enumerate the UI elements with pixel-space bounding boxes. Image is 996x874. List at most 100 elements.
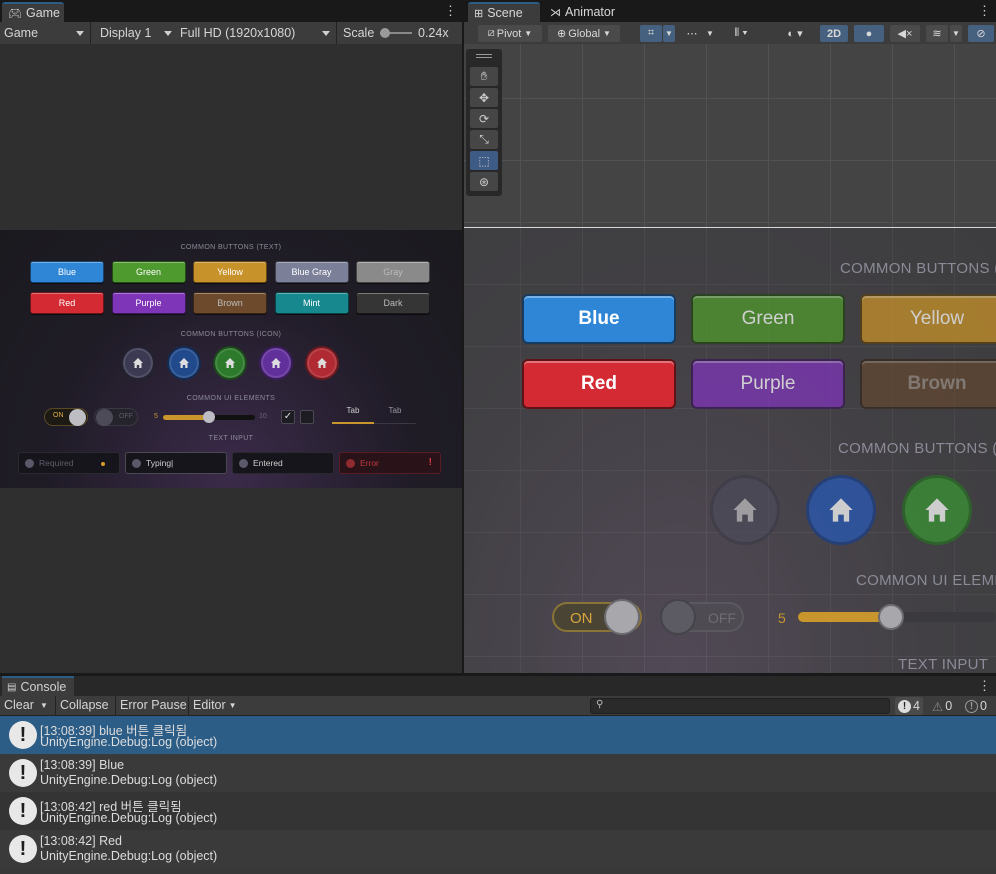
clear-options-dropdown[interactable]: ▼ — [40, 696, 54, 714]
home-icon — [829, 498, 853, 522]
tab-1[interactable]: Tab — [332, 402, 374, 424]
text-button-yellow[interactable]: Yellow — [193, 261, 267, 283]
align-button[interactable]: ⦀ ▾ — [724, 25, 758, 42]
text-button-gray[interactable]: Gray — [356, 261, 430, 283]
icon-button[interactable] — [305, 346, 339, 380]
scene-icon-button[interactable] — [806, 475, 876, 545]
console-log-entry[interactable]: ! [13:08:39] Blue UnityEngine.Debug:Log (o… — [0, 754, 996, 792]
rect-transform-icon: ⬚ — [478, 153, 490, 168]
text-button-red[interactable]: Red — [30, 292, 104, 314]
draw-mode-dropdown[interactable]: ◐ ▾ — [776, 25, 814, 42]
scene-toggle-on[interactable]: ON — [552, 599, 642, 635]
input-required[interactable]: Required — [18, 452, 120, 474]
console-search-input[interactable]: ⚲ — [590, 698, 890, 714]
tab-game-label: Game — [25, 6, 61, 20]
grid-snap-button[interactable]: ⌗ — [640, 25, 662, 42]
scene-toggle-on-label: ON — [570, 610, 593, 627]
icon-button[interactable] — [259, 346, 293, 380]
game-mode-dropdown[interactable]: Game — [0, 22, 88, 44]
clear-button[interactable]: Clear — [4, 696, 34, 714]
text-button-purple[interactable]: Purple — [111, 292, 186, 314]
console-more-menu-icon[interactable]: ⋮ — [978, 679, 991, 693]
scene-button-red[interactable]: Red — [522, 359, 676, 409]
error-count-toggle[interactable]: ! 0 — [962, 697, 990, 715]
error-pause-button[interactable]: Error Pause — [120, 696, 187, 714]
toggle-2d-button[interactable]: 2D — [820, 25, 848, 42]
console-log-entry[interactable]: ! [13:08:42] Red UnityEngine.Debug:Log (ob… — [0, 830, 996, 868]
icon-button[interactable] — [213, 346, 247, 380]
scene-toggle-off[interactable]: OFF — [660, 599, 744, 635]
scene-view[interactable]: COMMON BUTTONS (T Blue Green Yellow Red Purp… — [464, 44, 996, 674]
toggle-off-label: OFF — [119, 413, 133, 420]
hand-tool-button[interactable]: ✋︎ — [470, 67, 498, 86]
game-more-menu-icon[interactable]: ⋮ — [444, 4, 457, 18]
toggle-off[interactable]: OFF — [94, 408, 138, 426]
collapse-button[interactable]: Collapse — [60, 696, 109, 714]
scene-value-slider[interactable] — [798, 604, 996, 630]
pivot-dropdown[interactable]: ⧄ Pivot ▼ — [478, 25, 542, 42]
input-entered[interactable]: Entered — [232, 452, 334, 474]
audio-button[interactable]: ◀× — [890, 25, 920, 42]
person-icon — [346, 459, 355, 468]
info-count: 4 — [913, 699, 920, 713]
text-button-green[interactable]: Green — [111, 261, 186, 283]
scene-icon-button[interactable] — [710, 475, 780, 545]
rotate-tool-button[interactable]: ⟳ — [470, 109, 498, 128]
tab-scene[interactable]: ⊞ Scene — [468, 2, 540, 22]
scene-button-brown[interactable]: Brown — [860, 359, 996, 409]
global-dropdown[interactable]: ⊕ Global ▼ — [548, 25, 620, 42]
hidden-objects-button[interactable]: ⊘ — [968, 25, 994, 42]
scene-button-purple[interactable]: Purple — [691, 359, 845, 409]
game-canvas[interactable]: COMMON BUTTONS (TEXT) Blue Green Yellow Blu… — [0, 230, 462, 488]
value-slider[interactable] — [163, 411, 255, 423]
checkbox-checked[interactable]: ✓ — [281, 410, 295, 424]
scale-tool-button[interactable]: ⤡ — [470, 130, 498, 149]
tab-game[interactable]: 🎮︎ Game — [2, 2, 64, 22]
scene-button-blue[interactable]: Blue — [522, 294, 676, 344]
display-dropdown[interactable]: Display 1 — [96, 22, 176, 44]
console-log-entry[interactable]: ! [13:08:39] blue 버튼 클릭됨 UnityEngine.Debug… — [0, 716, 996, 754]
tab-animator[interactable]: ⋊ Animator — [544, 2, 628, 22]
text-button-blue[interactable]: Blue — [30, 261, 104, 283]
console-log-entry[interactable]: ! [13:08:42] red 버튼 클릭됨 UnityEngine.Debug:… — [0, 792, 996, 830]
increment-snap-dropdown[interactable]: ▼ — [704, 25, 716, 42]
text-button-mint[interactable]: Mint — [274, 292, 349, 314]
input-error[interactable]: Error! — [339, 452, 441, 474]
scene-icon-button[interactable] — [902, 475, 972, 545]
input-typing[interactable]: Typing| — [125, 452, 227, 474]
icon-button[interactable] — [167, 346, 201, 380]
resolution-dropdown[interactable]: Full HD (1920x1080) — [176, 22, 334, 44]
transform-icon: ⊛ — [478, 174, 490, 189]
scene-button-yellow[interactable]: Yellow — [860, 294, 996, 344]
slider-thumb[interactable] — [203, 411, 215, 423]
lighting-button[interactable]: ● — [854, 25, 884, 42]
home-icon — [925, 498, 949, 522]
text-button-brown[interactable]: Brown — [193, 292, 267, 314]
drag-handle-icon[interactable] — [476, 54, 492, 58]
eye-slash-icon: ⊘ — [976, 28, 986, 40]
info-count-toggle[interactable]: ! 4 — [895, 697, 923, 715]
text-button-blue-gray[interactable]: Blue Gray — [274, 261, 349, 283]
grid-snap-dropdown[interactable]: ▼ — [663, 25, 675, 42]
warning-count-toggle[interactable]: ⚠ 0 — [929, 697, 955, 715]
tab-2[interactable]: Tab — [374, 402, 416, 424]
editor-dropdown[interactable]: Editor ▼ — [193, 696, 237, 714]
chevron-down-icon: ▼ — [524, 29, 533, 38]
scene-more-menu-icon[interactable]: ⋮ — [978, 4, 991, 18]
text-button-dark[interactable]: Dark — [356, 292, 430, 314]
move-tool-button[interactable]: ✥ — [470, 88, 498, 107]
toggle-on[interactable]: ON — [44, 408, 88, 426]
transform-tool-button[interactable]: ⊛ — [470, 172, 498, 191]
scene-button-green[interactable]: Green — [691, 294, 845, 344]
tab-console[interactable]: ▤ Console — [2, 676, 74, 696]
effects-dropdown[interactable]: ▼ — [950, 25, 962, 42]
scale-slider-thumb[interactable] — [380, 28, 390, 38]
increment-snap-button[interactable]: ⋯ — [682, 25, 702, 42]
checkbox-unchecked[interactable] — [300, 410, 314, 424]
effects-button[interactable]: ≋ — [926, 25, 948, 42]
icon-button[interactable] — [121, 346, 155, 380]
scene-slider-thumb[interactable] — [878, 604, 904, 630]
rect-tool-button[interactable]: ⬚ — [470, 151, 498, 170]
move-icon: ✥ — [478, 90, 490, 105]
scale-slider[interactable] — [380, 28, 412, 38]
